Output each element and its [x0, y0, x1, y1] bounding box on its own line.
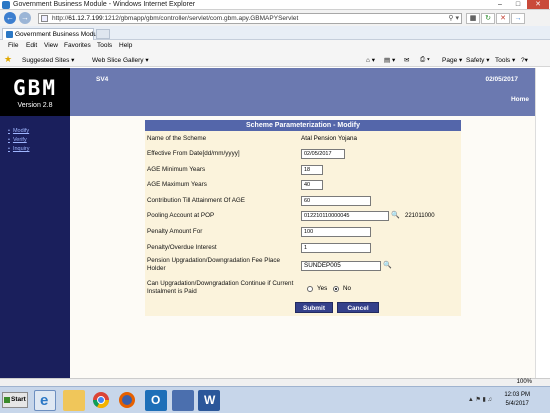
- penalty-interest-label: Penalty/Overdue Interest: [147, 244, 217, 251]
- pooling-input[interactable]: 012210110000045: [301, 211, 389, 221]
- scheme-form: Scheme Parameterization - Modify Name of…: [145, 120, 461, 316]
- app-header: SV4 02/05/2017 Home: [70, 68, 535, 116]
- window-title: Government Business Module - Windows Int…: [13, 1, 196, 8]
- windows-logo-icon: [4, 397, 10, 403]
- forward-button[interactable]: →: [19, 12, 31, 24]
- cancel-button[interactable]: Cancel: [337, 302, 379, 313]
- radio-no-label: No: [343, 285, 352, 292]
- menu-view[interactable]: View: [44, 42, 58, 49]
- window-title-bar: Government Business Module - Windows Int…: [0, 0, 550, 10]
- word-icon[interactable]: W: [198, 390, 220, 411]
- scheme-value: Atal Pension Yojana: [301, 135, 358, 142]
- sidebar-item-verify[interactable]: Verify: [8, 137, 29, 143]
- maximize-button[interactable]: □: [510, 0, 526, 9]
- search-icon[interactable]: ⚲ ▾: [448, 14, 459, 22]
- module-code: SV4: [96, 76, 109, 83]
- feeds-icon[interactable]: ▤ ▾: [384, 56, 395, 64]
- penalty-interest-input[interactable]: 1: [301, 243, 371, 253]
- page-scrollbar[interactable]: [535, 68, 550, 378]
- menu-tools[interactable]: Tools: [97, 42, 112, 49]
- penalty-amount-input[interactable]: 100: [301, 227, 371, 237]
- system-tray-icons[interactable]: ▲ ⚑ ▮ ♫: [468, 396, 492, 403]
- pooling-extra: 221011000: [405, 213, 435, 219]
- home-link[interactable]: Home: [511, 96, 529, 103]
- age-max-input[interactable]: 40: [301, 180, 323, 190]
- menu-bar: File Edit View Favorites Tools Help: [0, 40, 550, 52]
- favorites-star-icon[interactable]: ★: [4, 55, 13, 64]
- url-text: http://61.12.7.199:1212/gbmapp/gbm/contr…: [52, 15, 299, 22]
- page-icon: [41, 15, 48, 22]
- address-bar[interactable]: http://61.12.7.199:1212/gbmapp/gbm/contr…: [38, 13, 462, 24]
- sidebar: Modify Verify Inquiry: [0, 116, 70, 378]
- age-min-input[interactable]: 18: [301, 165, 323, 175]
- page-viewport: GBM Version 2.8 SV4 02/05/2017 Home Modi…: [0, 68, 550, 378]
- penalty-amount-label: Penalty Amount For: [147, 228, 203, 235]
- pooling-label: Pooling Account at POP: [147, 212, 215, 219]
- tab-strip: Government Business Module: [0, 26, 550, 40]
- zoom-level[interactable]: 100%: [517, 379, 532, 385]
- tools-menu[interactable]: Tools ▾: [495, 56, 515, 64]
- ie-icon: [2, 1, 10, 9]
- menu-help[interactable]: Help: [119, 42, 132, 49]
- effective-from-label: Effective From Date[dd/mm/yyyy]: [147, 150, 240, 157]
- sidebar-item-modify[interactable]: Modify: [8, 128, 29, 134]
- file-explorer-icon[interactable]: [63, 390, 85, 411]
- safety-menu[interactable]: Safety ▾: [466, 56, 490, 64]
- minimize-button[interactable]: –: [492, 0, 508, 9]
- start-button[interactable]: Start: [2, 392, 28, 408]
- refresh-icon[interactable]: ↻: [481, 13, 495, 24]
- status-bar: 100%: [0, 378, 550, 386]
- content-area: Scheme Parameterization - Modify Name of…: [70, 116, 535, 378]
- taskbar: Start e O W ▲ ⚑ ▮ ♫ 12:03 PM 5/4/2017: [0, 386, 550, 413]
- age-max-label: AGE Maximum Years: [147, 181, 207, 188]
- compat-view-icon[interactable]: ▦: [466, 13, 480, 24]
- clock[interactable]: 12:03 PM 5/4/2017: [504, 391, 530, 409]
- home-tool-icon[interactable]: ⌂ ▾: [366, 56, 375, 64]
- form-title: Scheme Parameterization - Modify: [145, 120, 461, 131]
- pooling-lookup-icon[interactable]: 🔍: [391, 211, 400, 219]
- suggested-sites-link[interactable]: Suggested Sites ▾: [22, 56, 74, 64]
- new-tab-button[interactable]: [96, 29, 110, 39]
- chrome-icon[interactable]: [91, 390, 113, 411]
- ie-taskbar-icon[interactable]: e: [34, 390, 56, 411]
- age-min-label: AGE Minimum Years: [147, 166, 206, 173]
- menu-favorites[interactable]: Favorites: [64, 42, 91, 49]
- header-date: 02/05/2017: [485, 76, 518, 83]
- sidebar-item-inquiry[interactable]: Inquiry: [8, 146, 30, 152]
- menu-edit[interactable]: Edit: [26, 42, 37, 49]
- continue-label: Can Upgradation/Downgradation Continue i…: [147, 280, 294, 295]
- firefox-icon[interactable]: [117, 390, 139, 411]
- outlook-icon[interactable]: O: [145, 390, 167, 411]
- print-icon[interactable]: ⎙ ▾: [420, 56, 430, 64]
- go-icon[interactable]: →: [511, 13, 525, 24]
- tab-title: Government Business Module: [15, 31, 103, 38]
- tab-page-icon: [6, 31, 13, 38]
- radio-yes[interactable]: [307, 286, 313, 292]
- gbm-logo: GBM Version 2.8: [0, 68, 70, 116]
- tab-gbm[interactable]: Government Business Module: [2, 28, 102, 40]
- menu-file[interactable]: File: [8, 42, 18, 49]
- contrib-age-input[interactable]: 60: [301, 196, 371, 206]
- page-menu[interactable]: Page ▾: [442, 56, 462, 64]
- radio-no[interactable]: [333, 286, 339, 292]
- submit-button[interactable]: Submit: [295, 302, 333, 313]
- fee-holder-label: Pension Upgradation/Downgradation Fee Pl…: [147, 257, 281, 272]
- address-row: ← → http://61.12.7.199:1212/gbmapp/gbm/c…: [0, 10, 550, 26]
- close-button[interactable]: ✕: [527, 0, 549, 9]
- scheme-label: Name of the Scheme: [147, 135, 207, 142]
- app-window-icon[interactable]: [172, 390, 194, 411]
- fee-holder-input[interactable]: SUNDEP005: [301, 261, 381, 271]
- web-slice-gallery-link[interactable]: Web Slice Gallery ▾: [92, 56, 149, 64]
- fee-holder-lookup-icon[interactable]: 🔍: [383, 261, 392, 269]
- effective-from-input[interactable]: 02/05/2017: [301, 149, 345, 159]
- mail-icon[interactable]: ✉: [404, 56, 409, 64]
- radio-yes-label: Yes: [317, 285, 328, 292]
- help-menu[interactable]: ?▾: [521, 56, 528, 64]
- favorites-bar: ★ Suggested Sites ▾ Web Slice Gallery ▾ …: [0, 52, 550, 67]
- stop-icon[interactable]: ✕: [496, 13, 510, 24]
- contrib-age-label: Contribution Till Attainment Of AGE: [147, 197, 245, 204]
- back-button[interactable]: ←: [4, 12, 16, 24]
